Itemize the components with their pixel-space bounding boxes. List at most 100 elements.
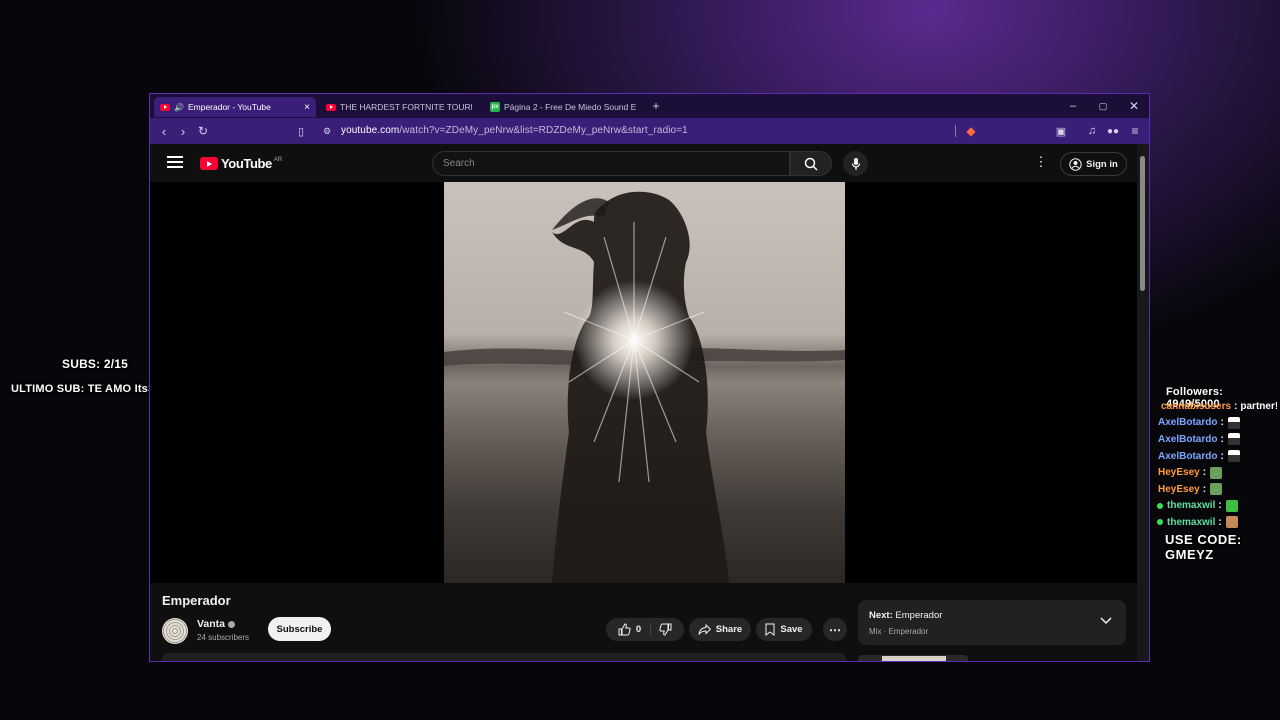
chat-user: AxelBotardo bbox=[1158, 450, 1218, 462]
page-scrollbar[interactable] bbox=[1137, 144, 1149, 661]
tab-title: Página 2 - Free De Miedo Sound Effe bbox=[504, 102, 636, 112]
chat-message: AxelBotardo : bbox=[1155, 431, 1277, 448]
close-tab-icon[interactable]: × bbox=[304, 102, 310, 113]
more-options-icon[interactable]: ⋮ bbox=[1034, 155, 1048, 171]
channel-name-text: Vanta bbox=[197, 618, 226, 630]
channel-name[interactable]: Vanta bbox=[197, 618, 236, 630]
thumbs-down-icon bbox=[659, 623, 672, 636]
save-button[interactable]: Save bbox=[756, 618, 812, 641]
pepe-emote-icon bbox=[1210, 466, 1223, 479]
video-artwork bbox=[444, 182, 845, 583]
hamburger-bar bbox=[167, 166, 183, 168]
pepe-emote-icon bbox=[1210, 483, 1223, 496]
pixabay-icon: px bbox=[490, 102, 500, 112]
chevron-glyph bbox=[1100, 617, 1112, 625]
next-up-title: Next: Emperador bbox=[869, 610, 942, 621]
subscribe-button[interactable]: Subscribe bbox=[268, 617, 331, 641]
minimize-icon[interactable]: – bbox=[1065, 98, 1081, 114]
search-input[interactable] bbox=[433, 152, 789, 175]
search-button[interactable] bbox=[790, 151, 832, 176]
brave-shield-icon[interactable]: ◆ bbox=[962, 122, 980, 140]
chevron-down-icon[interactable] bbox=[1100, 614, 1112, 628]
bookmark-icon[interactable]: ▯ bbox=[292, 122, 310, 140]
tab-pixabay[interactable]: px Página 2 - Free De Miedo Sound Effe bbox=[484, 97, 636, 117]
chat-separator: : bbox=[1220, 433, 1224, 445]
new-tab-icon[interactable]: + bbox=[648, 98, 664, 114]
reload-icon[interactable]: ↻ bbox=[194, 122, 212, 140]
url-domain: youtube.com bbox=[341, 125, 400, 136]
face-emote-icon bbox=[1225, 516, 1238, 529]
share-button[interactable]: Share bbox=[689, 618, 751, 641]
chat-user: HeyEsey bbox=[1158, 467, 1200, 479]
hamburger-menu-icon[interactable] bbox=[167, 154, 183, 170]
account-icon bbox=[1069, 157, 1082, 171]
youtube-icon bbox=[160, 103, 170, 111]
tab-emperador[interactable]: 🔊 Emperador - YouTube × bbox=[154, 97, 316, 117]
chat-text: partner!! bbox=[1240, 400, 1277, 412]
search-box bbox=[432, 151, 790, 176]
chat-separator: : bbox=[1218, 516, 1222, 528]
address-bar: ‹ › ↻ ▯ ⚙ youtube.com/watch?v=ZDeMy_peNr… bbox=[150, 118, 1149, 144]
chat-separator: : bbox=[1234, 400, 1238, 412]
youtube-icon bbox=[326, 103, 336, 111]
url-field[interactable]: youtube.com/watch?v=ZDeMy_peNrw&list=RDZ… bbox=[341, 125, 688, 136]
youtube-page: YouTube AR ⋮ Sign in bbox=[150, 144, 1137, 661]
chat-separator: : bbox=[1220, 417, 1224, 429]
chat-badge-icon bbox=[1157, 519, 1163, 526]
share-label: Share bbox=[715, 624, 743, 635]
more-actions-icon[interactable]: ⋯ bbox=[823, 618, 847, 641]
chat-user: cannabisusers bbox=[1161, 400, 1232, 412]
youtube-play-icon bbox=[200, 157, 218, 170]
chat-separator: : bbox=[1202, 467, 1207, 479]
thumbs-up-icon bbox=[618, 623, 631, 636]
tab-fortnite[interactable]: THE HARDEST FORTNITE TOURNAME bbox=[320, 97, 472, 117]
music-icon[interactable]: ♫ bbox=[1083, 122, 1101, 140]
url-path: /watch?v=ZDeMy_peNrw&list=RDZDeMy_peNrw&… bbox=[399, 125, 688, 136]
next-up-card[interactable]: Next: Emperador Mix · Emperador bbox=[858, 600, 1126, 645]
chat-message: cannabisusers : partner!! bbox=[1155, 398, 1277, 415]
chat-separator: : bbox=[1202, 483, 1207, 495]
save-label: Save bbox=[780, 624, 803, 635]
chat-message: themaxwil : bbox=[1155, 498, 1277, 515]
chat-user: AxelBotardo bbox=[1158, 433, 1218, 445]
like-dislike-group: 0 bbox=[606, 618, 684, 641]
lurk-emote-icon bbox=[1227, 416, 1240, 429]
chat-user: AxelBotardo bbox=[1158, 417, 1218, 429]
extensions-icon[interactable]: ▣ bbox=[1052, 122, 1070, 140]
lurk-emote-icon bbox=[1227, 433, 1240, 446]
channel-avatar[interactable] bbox=[162, 618, 188, 644]
site-info-icon[interactable]: ⚙ bbox=[318, 122, 336, 140]
menu-icon[interactable]: ≡ bbox=[1126, 122, 1144, 140]
silhouette-artwork bbox=[444, 191, 845, 583]
lurk-emote-icon bbox=[1227, 450, 1240, 463]
close-window-icon[interactable]: ✕ bbox=[1126, 98, 1142, 114]
youtube-logo[interactable]: YouTube AR bbox=[200, 156, 282, 171]
forward-icon[interactable]: › bbox=[174, 122, 192, 140]
scrollbar-thumb[interactable] bbox=[1140, 156, 1145, 291]
tab-title: Emperador - YouTube bbox=[187, 102, 271, 112]
description-box[interactable] bbox=[162, 653, 846, 661]
stream-chat: cannabisusers : partner!! AxelBotardo : … bbox=[1155, 398, 1277, 530]
chat-user: themaxwil bbox=[1167, 516, 1216, 528]
like-count: 0 bbox=[635, 624, 642, 635]
tab-title: THE HARDEST FORTNITE TOURNAME bbox=[340, 102, 472, 112]
video-player[interactable] bbox=[150, 182, 1137, 583]
hamburger-bar bbox=[167, 156, 183, 158]
browser-window: 🔊 Emperador - YouTube × THE HARDEST FORT… bbox=[149, 93, 1150, 662]
chat-separator: : bbox=[1220, 450, 1224, 462]
subscriber-count: 24 subscribers bbox=[197, 633, 250, 642]
voice-search-button[interactable] bbox=[843, 151, 868, 176]
maximize-icon[interactable]: ▢ bbox=[1095, 98, 1111, 114]
dislike-button[interactable] bbox=[656, 623, 672, 636]
like-button[interactable]: 0 bbox=[618, 623, 652, 636]
back-icon[interactable]: ‹ bbox=[155, 122, 173, 140]
subs-counter: SUBS: 2/15 bbox=[62, 357, 129, 371]
divider bbox=[955, 125, 956, 137]
tab-strip: 🔊 Emperador - YouTube × THE HARDEST FORT… bbox=[150, 94, 1149, 118]
chat-message: AxelBotardo : bbox=[1155, 415, 1277, 432]
vpn-icon[interactable]: ●● bbox=[1104, 122, 1122, 140]
creator-code: USE CODE: GMEYZ bbox=[1165, 532, 1242, 562]
frog-emote-icon bbox=[1225, 499, 1238, 512]
chat-badge-icon bbox=[1157, 502, 1163, 509]
sign-in-button[interactable]: Sign in bbox=[1060, 152, 1127, 176]
